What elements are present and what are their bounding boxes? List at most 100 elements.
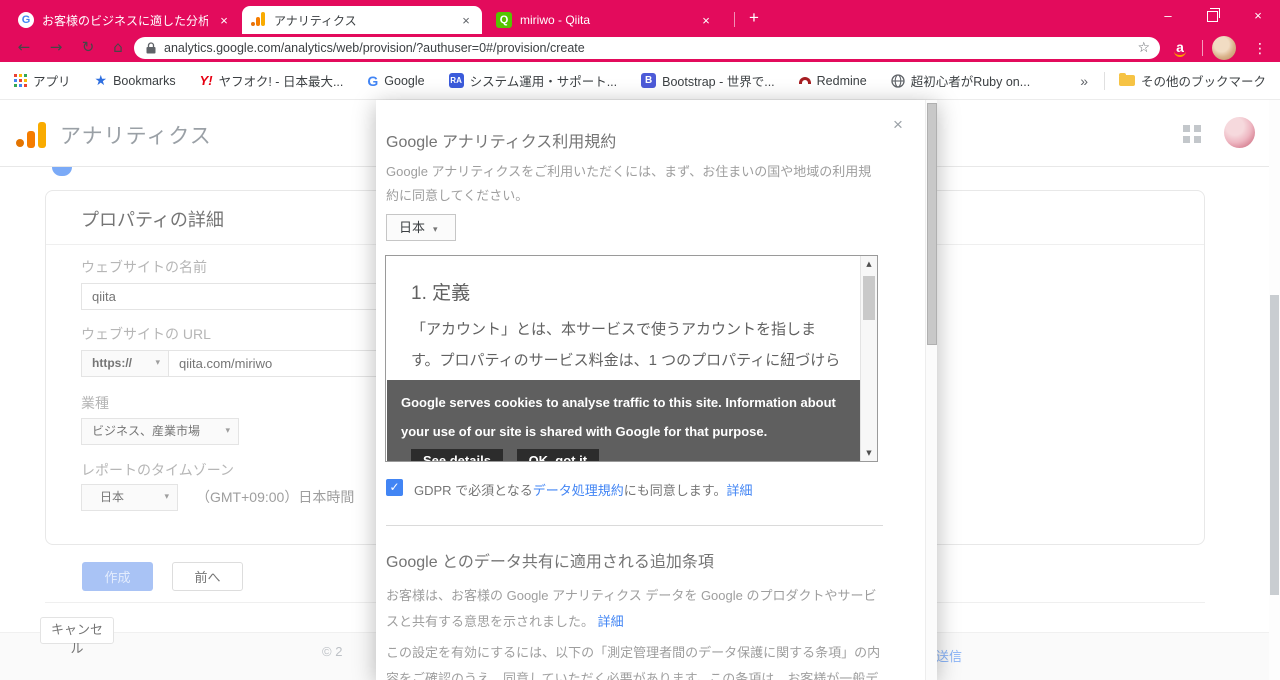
toolbar-separator	[1202, 40, 1203, 56]
bookmark-apps[interactable]: アプリ	[14, 71, 71, 90]
modal-divider	[386, 525, 883, 526]
browser-profile-avatar[interactable]	[1212, 36, 1236, 60]
bookmark-google[interactable]: G Google	[367, 73, 424, 89]
terms-scrollbar[interactable]: ▲ ▼	[860, 256, 877, 461]
minimize-button[interactable]: –	[1148, 0, 1188, 34]
chevron-down-icon: ▾	[433, 225, 438, 235]
terms-scrollbar-thumb[interactable]	[863, 276, 875, 320]
back-button[interactable]: ←	[10, 34, 38, 62]
terms-text-frame: 1. 定義 「アカウント」とは、本サービスで使うアカウントを指します。プロパティ…	[385, 255, 878, 462]
gdpr-checkbox[interactable]: ✓	[386, 479, 403, 496]
forward-button[interactable]: →	[42, 34, 70, 62]
account-avatar[interactable]	[1224, 117, 1255, 148]
dialog-title: Google アナリティクス利用規約	[386, 134, 617, 151]
amazon-extension-icon[interactable]: a	[1170, 38, 1190, 58]
website-name-label: ウェブサイトの名前	[81, 259, 207, 275]
bookmark-ruby-beginner[interactable]: 超初心者がRuby on...	[891, 71, 1030, 90]
timezone-note: （GMT+09:00）日本時間	[196, 489, 355, 505]
url-text: analytics.google.com/analytics/web/provi…	[164, 41, 585, 55]
tab-analytics[interactable]: アナリティクス ×	[242, 6, 482, 34]
bootstrap-icon: B	[641, 73, 657, 88]
scroll-down-icon[interactable]: ▼	[861, 445, 877, 461]
reload-button[interactable]: ↻	[74, 34, 102, 62]
folder-icon	[1118, 73, 1135, 86]
scroll-up-icon[interactable]: ▲	[861, 256, 877, 272]
ok-got-it-button[interactable]: OK, got it	[516, 449, 600, 461]
page-scrollbar[interactable]	[1269, 100, 1280, 680]
new-tab-button[interactable]: +	[742, 6, 766, 30]
protocol-select[interactable]: https://▾	[81, 350, 169, 377]
globe-icon	[891, 73, 905, 88]
tab-close-icon[interactable]: ×	[458, 13, 474, 28]
google-apps-grid-icon[interactable]	[1183, 125, 1201, 143]
data-sharing-note: この設定を有効にするには、以下の「測定管理者間のデータ保護に関する条項」の内容を…	[386, 645, 881, 680]
tab-separator	[734, 12, 735, 27]
tab-title: アナリティクス	[274, 13, 357, 28]
ra-badge-icon: RA	[448, 73, 464, 88]
dialog-close-icon[interactable]: ×	[888, 115, 908, 135]
tab-close-icon[interactable]: ×	[698, 13, 714, 28]
yahoo-icon: Y!	[199, 73, 213, 88]
close-window-button[interactable]: ×	[1238, 0, 1278, 34]
cancel-button[interactable]: キャンセル	[40, 617, 114, 656]
card-title: プロパティの詳細	[81, 210, 224, 230]
tab-title: お客様のビジネスに適した分析ツール	[42, 13, 208, 28]
bookmarks-overflow-icon[interactable]: »	[1080, 73, 1088, 89]
other-bookmarks-folder[interactable]: その他のブックマーク	[1118, 71, 1266, 90]
qiita-favicon-icon: Q	[496, 12, 512, 28]
browser-toolbar: ← → ↻ ⌂ analytics.google.com/analytics/w…	[0, 34, 1280, 62]
bookmarks-bar-right: » その他のブックマーク	[1080, 71, 1266, 90]
chevron-down-icon: ▾	[155, 358, 160, 368]
tab-analysis-tool[interactable]: G お客様のビジネスに適した分析ツール ×	[10, 6, 240, 34]
analytics-favicon-icon	[250, 12, 266, 28]
data-sharing-text: お客様は、お客様の Google アナリティクス データを Google のプロ…	[386, 588, 877, 629]
page-scrollbar-thumb[interactable]	[1270, 295, 1279, 595]
timezone-select[interactable]: 日本 ▾	[81, 484, 178, 511]
bookmark-redmine[interactable]: Redmine	[798, 74, 867, 88]
website-url-label: ウェブサイトの URL	[81, 326, 211, 342]
google-g-icon: G	[367, 72, 379, 89]
data-processing-terms-link[interactable]: データ処理規約	[533, 483, 624, 498]
redmine-icon	[798, 77, 811, 84]
dialog-intro-text: Google アナリティクスをご利用いただくには、まず、お住まいの国や地域の利用…	[386, 164, 872, 203]
bookmark-bootstrap[interactable]: B Bootstrap - 世界で...	[641, 71, 775, 90]
gdpr-details-link[interactable]: 詳細	[727, 483, 753, 498]
analytics-logo-icon	[16, 120, 50, 148]
app-title: アナリティクス	[60, 125, 212, 148]
create-button[interactable]: 作成	[82, 562, 153, 591]
share-details-link[interactable]: 詳細	[598, 614, 624, 629]
tab-close-icon[interactable]: ×	[216, 13, 232, 28]
address-bar[interactable]: analytics.google.com/analytics/web/provi…	[134, 37, 1160, 59]
bookmark-system-support[interactable]: RA システム運用・サポート...	[448, 71, 617, 90]
bookmarks-divider	[1103, 71, 1105, 90]
dialog-scrollbar[interactable]	[925, 100, 937, 680]
industry-label: 業種	[81, 395, 109, 411]
copyright-text: © 2	[322, 644, 343, 659]
home-button[interactable]: ⌂	[104, 34, 132, 62]
tab-qiita[interactable]: Q miriwo - Qiita ×	[488, 6, 722, 34]
restore-button[interactable]	[1192, 0, 1232, 34]
see-details-button[interactable]: See details	[411, 449, 503, 461]
data-sharing-heading: Google とのデータ共有に適用される追加条項	[386, 554, 714, 571]
send-feedback-link[interactable]: 送信	[936, 646, 962, 665]
terms-of-service-dialog: × Google アナリティクス利用規約 Google アナリティクスをご利用い…	[376, 100, 937, 680]
tab-strip: G お客様のビジネスに適した分析ツール × アナリティクス × Q miriwo…	[0, 0, 1280, 34]
secure-lock-icon	[146, 42, 156, 54]
chrome-menu-icon[interactable]: ⋮	[1250, 35, 1270, 61]
previous-button[interactable]: 前へ	[172, 562, 243, 591]
industry-select[interactable]: ビジネス、産業市場 ▾	[81, 418, 239, 445]
dialog-scrollbar-thumb[interactable]	[927, 103, 937, 345]
gdpr-consent-row: ✓ GDPR で必須となるデータ処理規約にも同意します。詳細	[386, 479, 883, 498]
cookie-notice-text: Google serves cookies to analyse traffic…	[401, 395, 836, 439]
bookmark-bookmarks[interactable]: ★ Bookmarks	[95, 73, 176, 89]
bookmark-star-icon[interactable]: ☆	[1137, 40, 1150, 56]
google-favicon-icon: G	[18, 12, 34, 28]
browser-window: G お客様のビジネスに適した分析ツール × アナリティクス × Q miriwo…	[0, 0, 1280, 680]
star-icon: ★	[94, 72, 108, 89]
chevron-down-icon: ▾	[164, 492, 169, 502]
restore-icon	[1206, 8, 1220, 22]
country-select[interactable]: 日本 ▾	[386, 214, 456, 241]
cookie-notice-banner: Google serves cookies to analyse traffic…	[387, 380, 860, 461]
bookmark-yahoo-auction[interactable]: Y! ヤフオク! - 日本最大...	[200, 71, 344, 90]
bookmarks-bar: アプリ ★ Bookmarks Y! ヤフオク! - 日本最大... G Goo…	[0, 62, 1280, 100]
